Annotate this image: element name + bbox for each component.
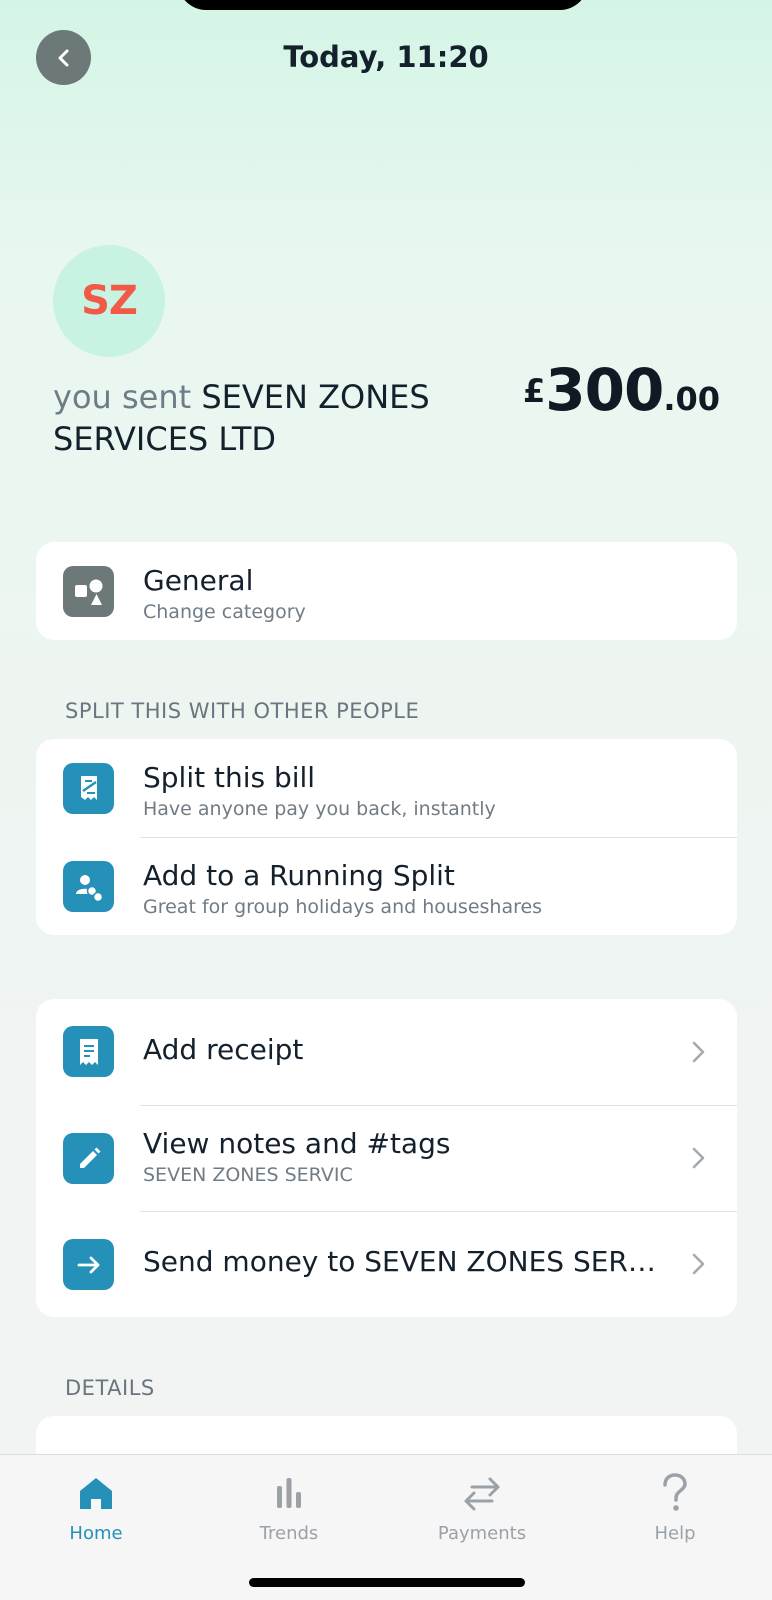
transaction-description: you sent SEVEN ZONES SERVICES LTD [53, 376, 493, 460]
running-split-title: Add to a Running Split [143, 859, 455, 892]
tab-payments[interactable]: Payments [422, 1469, 542, 1544]
tab-trends-label: Trends [259, 1523, 319, 1544]
receipt-icon [63, 1026, 114, 1077]
running-split-subtitle: Great for group holidays and houseshares [143, 896, 543, 918]
chevron-right-icon [692, 1147, 705, 1169]
bar-chart-icon [229, 1469, 349, 1517]
device-notch [178, 0, 588, 10]
chevron-right-icon [692, 1041, 705, 1063]
add-receipt-title: Add receipt [143, 1033, 304, 1066]
notes-tags-title: View notes and #tags [143, 1127, 451, 1160]
tab-help-label: Help [654, 1523, 696, 1544]
sent-prefix: you sent [53, 378, 192, 416]
home-icon [36, 1469, 156, 1517]
split-section-label: SPLIT THIS WITH OTHER PEOPLE [65, 699, 420, 723]
split-card: Split this bill Have anyone pay you back… [36, 739, 737, 935]
notes-tags-subtitle: SEVEN ZONES SERVIC [143, 1164, 353, 1186]
send-money-title: Send money to SEVEN ZONES SER… [143, 1245, 656, 1278]
chevron-right-icon [692, 1253, 705, 1275]
category-title: General [143, 564, 254, 597]
running-split-row[interactable]: Add to a Running Split Great for group h… [36, 837, 737, 935]
add-receipt-row[interactable]: Add receipt [36, 999, 737, 1105]
running-split-icon [63, 861, 114, 912]
amount-minor: .00 [663, 380, 720, 418]
tab-home-label: Home [69, 1523, 123, 1544]
tab-trends[interactable]: Trends [229, 1469, 349, 1544]
category-subtitle: Change category [143, 601, 306, 623]
merchant-avatar: SZ [53, 245, 165, 357]
question-icon [615, 1469, 735, 1517]
actions-card: Add receipt View notes and #tags SEVEN Z… [36, 999, 737, 1317]
category-row[interactable]: General Change category [36, 542, 737, 640]
tab-payments-label: Payments [437, 1523, 527, 1544]
page-title: Today, 11:20 [283, 40, 489, 74]
split-bill-row[interactable]: Split this bill Have anyone pay you back… [36, 739, 737, 837]
amount-major: 300 [545, 356, 664, 424]
arrow-right-icon [63, 1239, 114, 1290]
send-money-row[interactable]: Send money to SEVEN ZONES SER… [36, 1211, 737, 1317]
category-card[interactable]: General Change category [36, 542, 737, 640]
tab-home[interactable]: Home [36, 1469, 156, 1544]
details-section-label: DETAILS [65, 1376, 155, 1400]
transaction-amount: £300.00 [523, 356, 720, 424]
tab-help[interactable]: Help [615, 1469, 735, 1544]
split-bill-subtitle: Have anyone pay you back, instantly [143, 798, 496, 820]
split-bill-icon [63, 763, 114, 814]
transfer-icon [422, 1469, 542, 1517]
home-indicator [249, 1578, 525, 1587]
shapes-icon [63, 566, 114, 617]
amount-currency: £ [522, 372, 546, 410]
pencil-icon [63, 1133, 114, 1184]
notes-tags-row[interactable]: View notes and #tags SEVEN ZONES SERVIC [36, 1105, 737, 1211]
split-bill-title: Split this bill [143, 761, 316, 794]
